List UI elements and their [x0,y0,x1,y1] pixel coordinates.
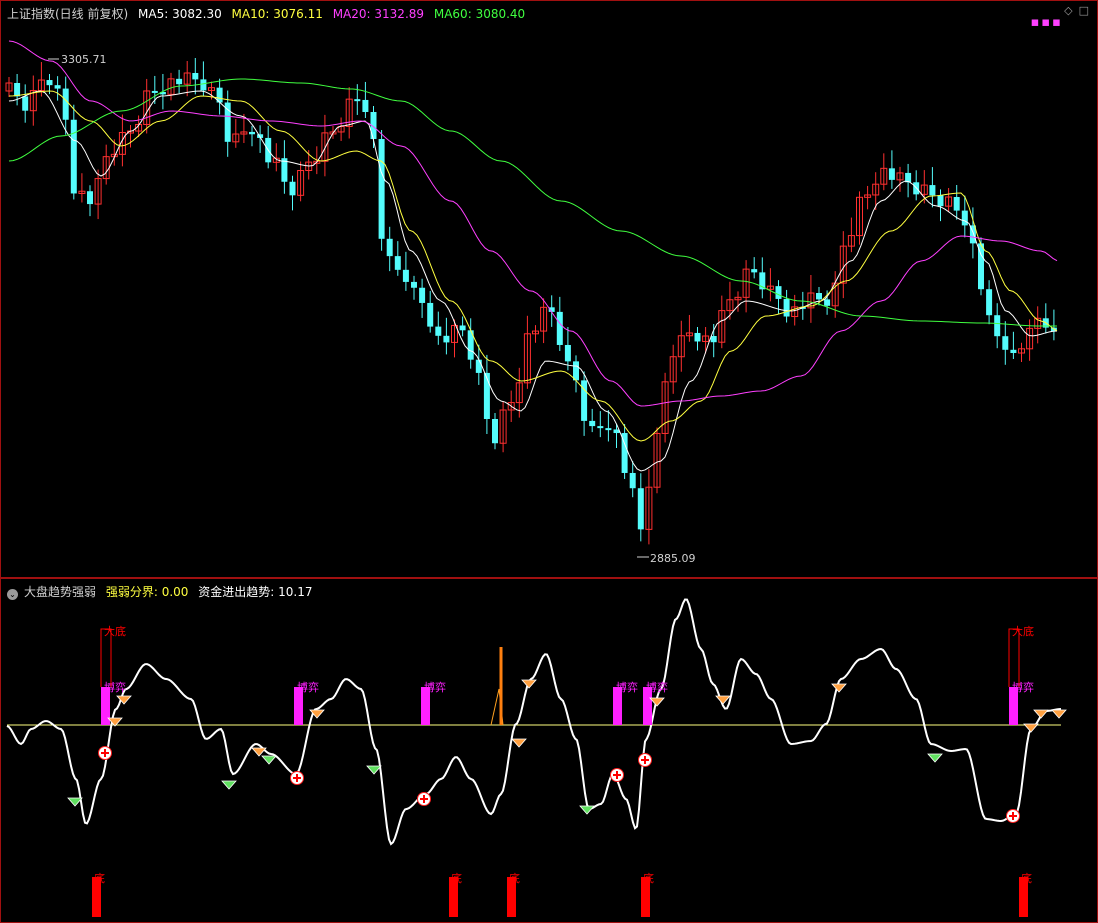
sell-diamond [1033,709,1049,719]
candle-body-down [629,472,636,489]
buy-diamond [579,805,595,815]
candle-body-down [70,119,77,194]
candle-body-down [200,79,207,91]
game-label: 博弈 [297,680,319,694]
candle-body-down [192,73,199,80]
sell-diamond [511,738,527,748]
sell-diamond [251,747,267,757]
candle-body-down [573,361,579,381]
candle-body-down [289,181,296,196]
candle-body-down [1002,336,1009,350]
candle-body-down [824,299,831,306]
candle-body-down [492,419,498,444]
candle-body-down [386,238,393,257]
candle-body-down [419,287,426,303]
candle-body-down [994,315,1001,337]
candle-body-down [888,168,895,180]
candle-body-down [46,80,53,86]
buy-diamond [261,755,277,765]
bottom-label: 底 [94,871,105,885]
candle-body-down [411,281,417,288]
candle-body-down [249,131,255,135]
candle-body-down [564,344,571,362]
bottom-label: 底 [509,871,520,885]
high-value-label: 3305.71 [61,53,107,66]
candle-body-down [1010,349,1017,354]
candle-body-down [427,302,434,327]
game-label: 博弈 [616,680,638,694]
low-value-label: 2885.09 [650,552,696,565]
sell-diamond [1023,723,1039,733]
ma5-line [8,90,1058,472]
indicator-chart: 博弈大底博弈 博弈 博弈 博弈 博弈大底底底底底底 [6,598,1067,917]
candle-body-down [751,269,758,273]
candle-body-down [986,289,993,316]
candle-body-down [953,196,960,211]
sell-diamond [715,695,731,705]
candle-body-down [710,336,717,343]
sell-diamond [1051,709,1067,719]
buy-diamond [221,780,237,790]
buy-diamond [67,797,83,807]
candle-body-down [783,298,790,317]
candle-body-down [402,269,409,282]
candle-body-down [929,185,936,196]
candle-body-down [443,335,450,343]
candlestick-chart: 3305.71 2885.09 [5,40,1058,565]
indicator-panel[interactable]: ⌄ 大盘趋势强弱 强弱分界: 0.00 资金进出趋势: 10.17 博弈 大底 博弈博… [0,578,1098,923]
candle-body-down [556,311,563,345]
candle-body-down [937,195,944,207]
candle-body-down [54,85,61,89]
candle-body-down [224,102,231,142]
buy-diamond [927,753,943,763]
candle-body-down [637,488,644,530]
candle-body-down [14,83,21,97]
candle-body-down [62,88,69,120]
sell-diamond [649,697,665,707]
candle-body-down [605,428,612,431]
ma60-line [8,78,1057,327]
sell-diamond [521,679,537,689]
price-chart-panel[interactable]: 上证指数(日线 前复权) MA5: 3082.30 MA10: 3076.11 … [0,0,1098,578]
sell-diamond [831,683,847,693]
candle-body-down [483,372,490,420]
candle-body-down [775,286,782,299]
candle-body-down [961,210,968,226]
candle-body-down [362,99,369,113]
bottom-label: 底 [1021,871,1032,885]
big-bottom-label: 大底 [104,624,126,638]
game-label: 博弈 [424,680,446,694]
candle-body-down [694,332,701,342]
candle-body-down [87,191,93,205]
candle-body-down [176,78,183,85]
game-label: 博弈 [646,680,668,694]
candle-body-down [151,90,158,93]
candle-body-down [378,139,385,239]
candle-body-down [354,99,361,102]
candle-body-down [475,359,482,373]
game-label: 博弈 [1012,680,1034,694]
buy-diamond [366,765,382,775]
bottom-label: 底 [643,871,654,885]
candle-body-down [394,256,401,270]
candle-body-down [22,96,29,111]
candle-body-down [459,325,466,331]
trend-strength-line [6,598,1062,846]
candle-body-down [816,293,822,300]
candle-body-down [589,420,596,427]
big-bottom-label: 大底 [1012,624,1034,638]
bottom-label: 底 [451,871,462,885]
game-label: 博弈 [104,680,126,694]
candle-body-down [435,326,442,336]
candle-body-down [597,426,604,429]
